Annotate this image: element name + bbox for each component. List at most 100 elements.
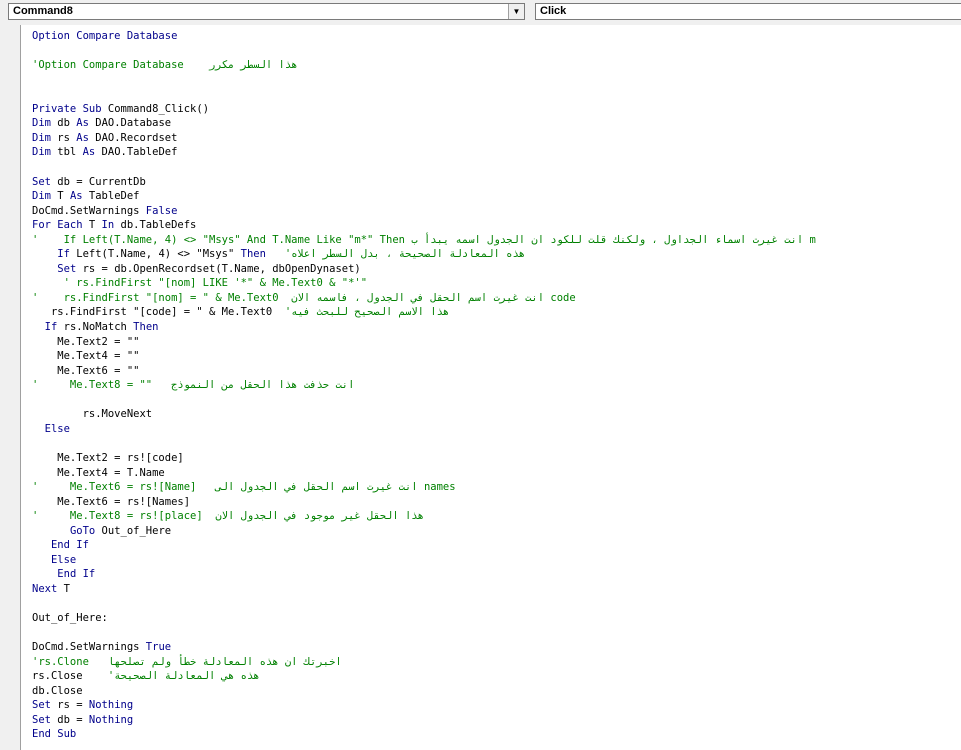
code-line[interactable]: Out_of_Here: (32, 611, 108, 625)
keyword-token: End If (57, 568, 96, 581)
code-token: Me.Text4 = "" (32, 350, 140, 363)
code-token: Me.Text6 = "" (32, 364, 140, 377)
keyword-token: For Each (32, 219, 83, 232)
keyword-token: As (76, 131, 89, 144)
code-token: tbl (50, 146, 83, 159)
code-token: db = (50, 713, 89, 726)
code-token: Me.Text4 = T.Name (32, 466, 165, 479)
keyword-token: As (82, 146, 96, 159)
code-line[interactable]: End If (32, 567, 95, 581)
code-line[interactable]: Me.Text6 = "" (32, 364, 139, 378)
code-line[interactable]: 'Option Compare Database هذا السطر مكرر (32, 58, 298, 72)
keyword-token: End If (50, 539, 89, 552)
code-line[interactable]: Dim db As DAO.Database (32, 116, 171, 130)
code-line[interactable]: ' Me.Text8 = "" انت حذفت هذا الحقل من ال… (32, 378, 354, 392)
code-line[interactable]: Private Sub Command8_Click() (32, 102, 209, 116)
keyword-token: Else (50, 553, 77, 566)
code-line[interactable]: End Sub (32, 727, 76, 741)
code-line[interactable]: For Each T In db.TableDefs (32, 218, 196, 232)
object-combo[interactable]: Command8 ▼ (8, 3, 525, 20)
keyword-token: GoTo (69, 524, 96, 537)
code-token: Me.Text2 = rs![code] (32, 451, 184, 464)
code-line[interactable]: End If (32, 538, 89, 552)
code-line[interactable]: Else (32, 422, 70, 436)
code-token: Left(T.Name, 4) <> "Msys" (69, 248, 241, 261)
code-line[interactable]: Dim rs As DAO.Recordset (32, 131, 177, 145)
code-line[interactable]: Next T (32, 582, 70, 596)
keyword-token: Dim (32, 190, 51, 203)
code-token: TableDef (82, 190, 140, 203)
code-line[interactable]: ' Me.Text8 = rs![place] هذا الحقل غير مو… (32, 509, 424, 523)
keyword-token: If (44, 321, 58, 333)
comment-token: 'rs.Clone اخبرتك ان هذه المعادلة خطأ ولم… (32, 655, 342, 668)
keyword-token: Set (32, 699, 51, 712)
keyword-token: True (145, 641, 172, 654)
code-line[interactable]: Else (32, 553, 76, 567)
code-token: rs.Close (32, 670, 108, 683)
code-line[interactable]: ' rs.FindFirst "[nom] LIKE '*" & Me.Text… (32, 276, 367, 290)
code-line[interactable]: DoCmd.SetWarnings False (32, 204, 177, 218)
procedure-combo-value: Click (540, 5, 567, 17)
code-line[interactable]: ' Me.Text6 = rs![Name] انت غيرت اسم الحق… (32, 480, 456, 494)
code-line[interactable]: Dim T As TableDef (32, 189, 140, 203)
code-token: Out_of_Here (95, 524, 172, 537)
procedure-combo[interactable]: Click (535, 3, 961, 20)
code-editor[interactable]: Option Compare Database 'Option Compare D… (21, 25, 961, 750)
comment-token: ' rs.FindFirst "[nom] = " & Me.Text0 انت… (32, 291, 576, 304)
code-line[interactable]: Set db = CurrentDb (32, 175, 146, 189)
code-line[interactable]: Option Compare Database (32, 29, 177, 43)
code-line[interactable]: ' If Left(T.Name, 4) <> "Msys" And T.Nam… (32, 233, 816, 247)
code-token: rs = db.OpenRecordset(T.Name, dbOpenDyna… (76, 262, 361, 275)
code-line[interactable]: rs.Close 'هذه هي المعادلة الصحيحة (32, 669, 260, 683)
code-token: Me.Text2 = "" (32, 335, 140, 348)
comment-token: ' Me.Text8 = "" انت حذفت هذا الحقل من ال… (32, 379, 355, 392)
code-line[interactable]: If rs.NoMatch Then (32, 320, 159, 334)
comment-token: 'هذه هي المعادلة الصحيحة (107, 670, 260, 683)
keyword-token: False (145, 204, 178, 217)
keyword-token: Dim (32, 146, 51, 159)
code-token: Out_of_Here: (32, 612, 108, 624)
code-line[interactable]: GoTo Out_of_Here (32, 524, 171, 538)
margin-indicator-bar[interactable] (0, 25, 20, 750)
code-token: T (57, 582, 70, 595)
code-token: Me.Text6 = rs![Names] (32, 495, 191, 508)
code-line[interactable]: Me.Text2 = "" (32, 335, 139, 349)
code-line[interactable]: db.Close (32, 684, 83, 698)
code-line[interactable]: 'rs.Clone اخبرتك ان هذه المعادلة خطأ ولم… (32, 655, 342, 669)
object-combo-dropdown-button[interactable]: ▼ (508, 4, 524, 19)
code-line[interactable]: Me.Text2 = rs![code] (32, 451, 184, 465)
keyword-token: End Sub (32, 728, 77, 741)
code-token: T (50, 190, 70, 203)
keyword-token: Option Compare Database (32, 30, 178, 42)
comment-token: ' Me.Text8 = rs![place] هذا الحقل غير مو… (32, 510, 424, 523)
comment-token: 'هذا الاسم الصحيح للبحث فيه (284, 306, 450, 319)
code-token: rs.MoveNext (32, 408, 153, 421)
code-token: rs.FindFirst "[code] = " & Me.Text0 (32, 306, 285, 319)
object-combo-value: Command8 (13, 5, 73, 17)
keyword-token: Then (240, 248, 266, 261)
code-line[interactable]: Set db = Nothing (32, 713, 133, 727)
code-line[interactable]: Set rs = db.OpenRecordset(T.Name, dbOpen… (32, 262, 361, 276)
code-token: rs.NoMatch (57, 321, 134, 333)
code-line[interactable]: Me.Text4 = T.Name (32, 466, 165, 480)
code-line[interactable]: Me.Text4 = "" (32, 349, 139, 363)
keyword-token: Private Sub (32, 102, 102, 115)
code-line[interactable]: Set rs = Nothing (32, 698, 133, 712)
code-line[interactable]: If Left(T.Name, 4) <> "Msys" Then 'هذه ا… (32, 247, 525, 261)
code-line[interactable]: ' rs.FindFirst "[nom] = " & Me.Text0 انت… (32, 291, 576, 305)
code-token: rs = (50, 699, 89, 712)
keyword-token: As (69, 190, 83, 203)
code-line[interactable]: rs.FindFirst "[code] = " & Me.Text0 'هذا… (32, 305, 449, 319)
comment-token: 'هذه المعادلة الصحيحة ، بدل السطر اعلاه (265, 248, 526, 261)
code-line[interactable]: Dim tbl As DAO.TableDef (32, 145, 177, 159)
comment-token: ' rs.FindFirst "[nom] LIKE '*" & Me.Text… (32, 277, 368, 290)
code-line[interactable]: rs.MoveNext (32, 407, 153, 421)
code-line[interactable]: DoCmd.SetWarnings True (32, 640, 171, 654)
code-line[interactable]: Me.Text6 = rs![Names] (32, 495, 190, 509)
